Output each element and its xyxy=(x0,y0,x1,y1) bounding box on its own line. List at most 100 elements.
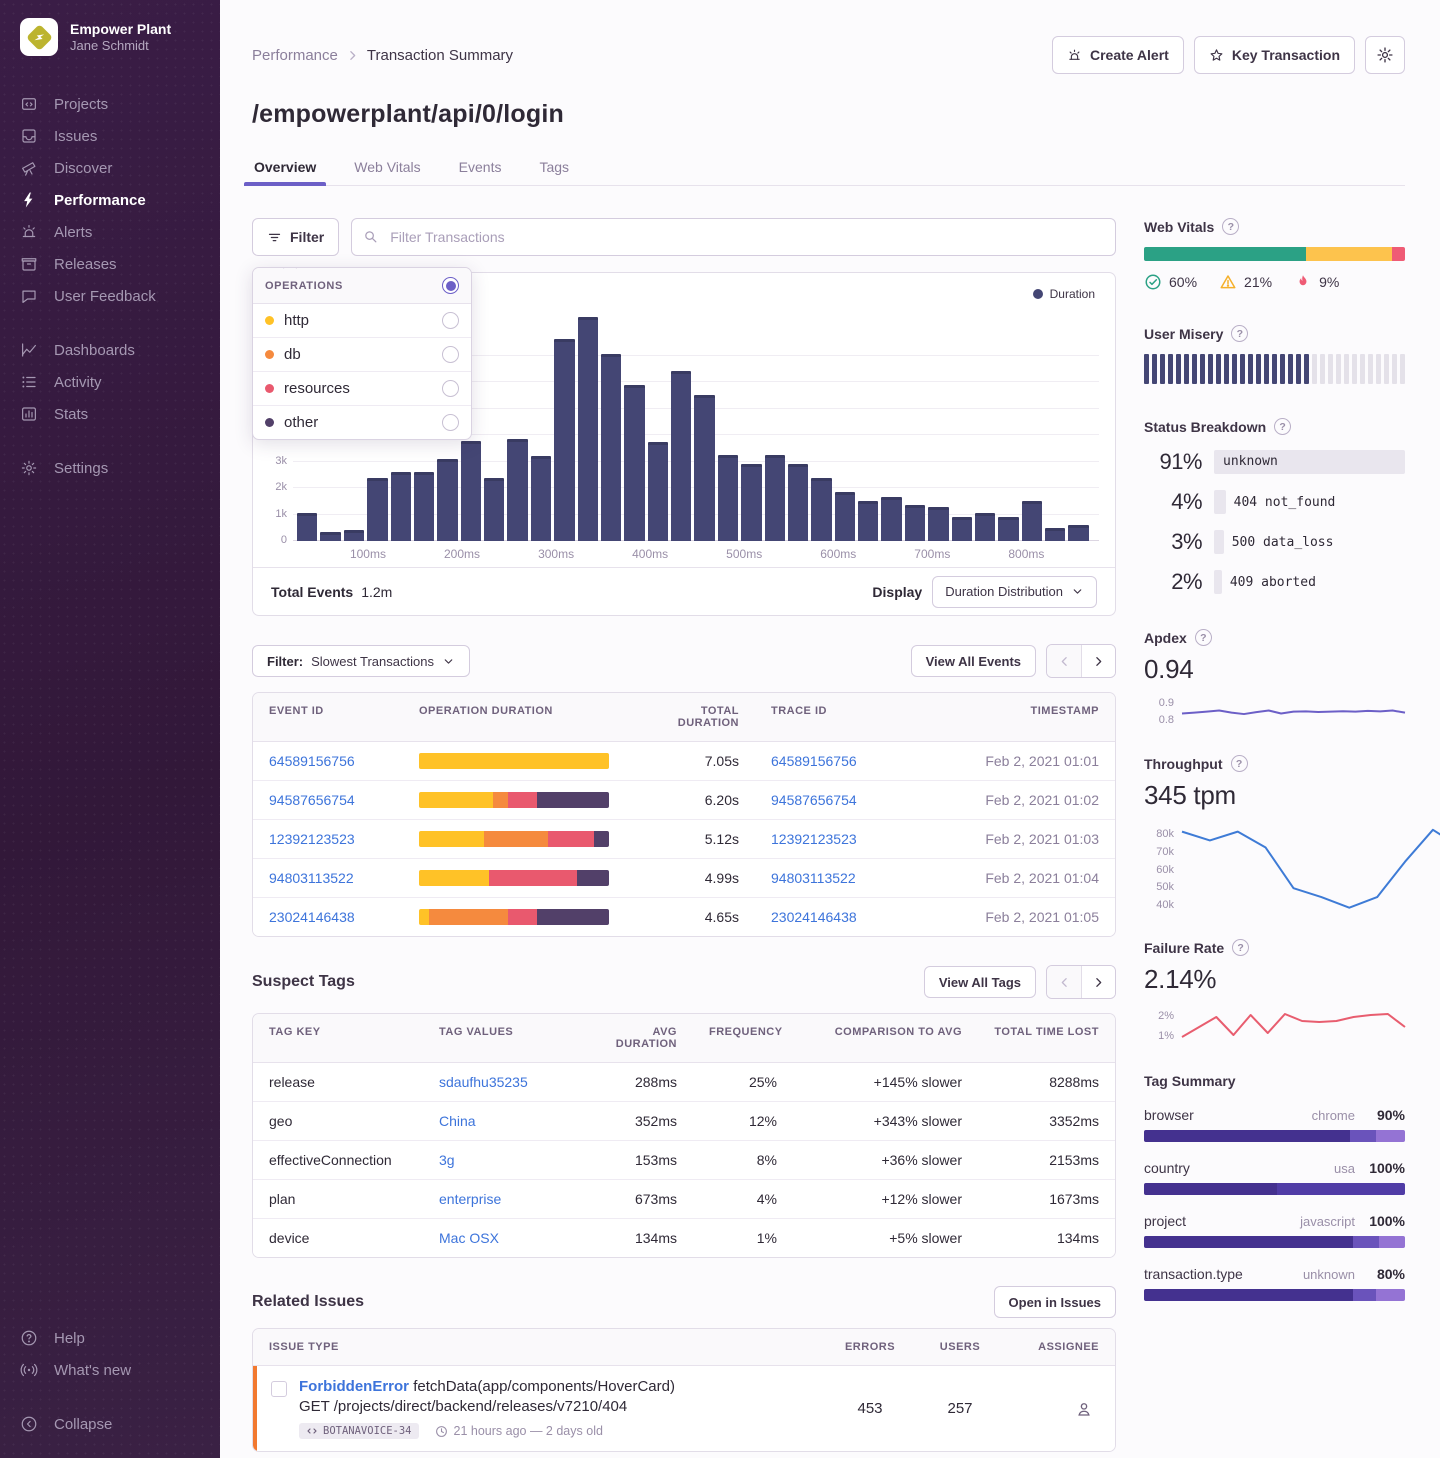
misery-tick xyxy=(1168,354,1173,384)
comparison-cell: +12% slower xyxy=(793,1180,978,1218)
sidebar-item-stats[interactable]: Stats xyxy=(0,398,220,430)
tags-prev-button[interactable] xyxy=(1047,966,1081,998)
operation-option-http[interactable]: http xyxy=(253,304,471,338)
org-switcher[interactable]: Empower Plant Jane Schmidt xyxy=(0,0,220,82)
operation-option-other[interactable]: other xyxy=(253,406,471,439)
key-transaction-button[interactable]: Key Transaction xyxy=(1194,36,1355,74)
sidebar-item-releases[interactable]: Releases xyxy=(0,248,220,280)
trace-id-link[interactable]: 12392123523 xyxy=(771,831,857,847)
tag-summary-segment xyxy=(1353,1236,1379,1248)
sidebar-item-help[interactable]: Help xyxy=(0,1322,220,1354)
question-icon[interactable]: ? xyxy=(1274,418,1291,435)
operation-radio[interactable] xyxy=(442,380,459,397)
filter-lines-icon xyxy=(267,230,282,245)
sidebar-item-dashboards[interactable]: Dashboards xyxy=(0,334,220,366)
misery-tick xyxy=(1216,354,1221,384)
event-id-link[interactable]: 94803113522 xyxy=(269,870,354,886)
settings-gear-button[interactable] xyxy=(1365,36,1405,74)
display-select[interactable]: Duration Distribution xyxy=(932,576,1097,608)
operation-option-resources[interactable]: resources xyxy=(253,372,471,406)
event-id-link[interactable]: 94587656754 xyxy=(269,792,355,808)
sidebar-item-activity[interactable]: Activity xyxy=(0,366,220,398)
view-all-tags-button[interactable]: View All Tags xyxy=(924,966,1036,998)
tag-summary-bar[interactable] xyxy=(1144,1289,1405,1301)
sidebar-item-discover[interactable]: Discover xyxy=(0,152,220,184)
question-icon[interactable]: ? xyxy=(1195,629,1212,646)
events-prev-button[interactable] xyxy=(1047,645,1081,677)
event-id-link[interactable]: 23024146438 xyxy=(269,909,355,925)
tab-overview[interactable]: Overview xyxy=(252,151,318,185)
operation-radio[interactable] xyxy=(442,346,459,363)
tag-value-link[interactable]: 3g xyxy=(439,1152,455,1168)
tag-summary-row: countryusa100% xyxy=(1144,1160,1405,1195)
tag-summary-key: transaction.type xyxy=(1144,1266,1295,1282)
question-icon[interactable]: ? xyxy=(1232,939,1249,956)
tag-value-link[interactable]: enterprise xyxy=(439,1191,501,1207)
discover-icon xyxy=(20,159,38,177)
event-id-link[interactable]: 12392123523 xyxy=(269,831,355,847)
histogram-bar xyxy=(554,339,574,541)
vitals-poor-pct: 9% xyxy=(1319,274,1339,290)
question-icon[interactable]: ? xyxy=(1231,755,1248,772)
comparison-cell: +5% slower xyxy=(793,1219,978,1257)
misery-tick xyxy=(1248,354,1253,384)
search-input[interactable] xyxy=(351,218,1116,256)
trace-id-link[interactable]: 23024146438 xyxy=(771,909,857,925)
sidebar-item-projects[interactable]: Projects xyxy=(0,88,220,120)
operation-radio[interactable] xyxy=(442,312,459,329)
event-id-link[interactable]: 64589156756 xyxy=(269,753,355,769)
tag-summary-row: browserchrome90% xyxy=(1144,1107,1405,1142)
issue-row[interactable]: ForbiddenError fetchData(app/components/… xyxy=(253,1366,1115,1451)
tab-events[interactable]: Events xyxy=(457,151,504,185)
issue-error-type-link[interactable]: ForbiddenError xyxy=(299,1378,409,1395)
operations-all-radio[interactable] xyxy=(442,277,459,294)
sidebar-item-issues[interactable]: Issues xyxy=(0,120,220,152)
frequency-cell: 8% xyxy=(693,1141,793,1179)
issue-checkbox[interactable] xyxy=(271,1381,287,1397)
trace-id-link[interactable]: 94803113522 xyxy=(771,870,856,886)
feedback-icon xyxy=(20,287,38,305)
sidebar-item-performance[interactable]: Performance xyxy=(0,184,220,216)
sidebar-item-settings[interactable]: Settings xyxy=(0,452,220,484)
events-next-button[interactable] xyxy=(1081,645,1115,677)
sidebar-item-user-feedback[interactable]: User Feedback xyxy=(0,280,220,312)
axis-tick-label: 500ms xyxy=(726,547,762,561)
tag-value-link[interactable]: Mac OSX xyxy=(439,1230,499,1246)
assignee-avatar-icon[interactable] xyxy=(1075,1400,1093,1418)
question-icon[interactable]: ? xyxy=(1231,325,1248,342)
sidebar-item-what-s-new[interactable]: What's new xyxy=(0,1354,220,1386)
issue-project-chip[interactable]: BOTANAVOICE-34 xyxy=(299,1423,419,1439)
events-filter-select[interactable]: Filter: Slowest Transactions xyxy=(252,645,470,677)
create-alert-button[interactable]: Create Alert xyxy=(1052,36,1184,74)
operation-option-db[interactable]: db xyxy=(253,338,471,372)
trace-id-link[interactable]: 64589156756 xyxy=(771,753,857,769)
failure-rate-line xyxy=(1182,1014,1405,1037)
histogram-bar xyxy=(765,455,785,541)
tag-summary-bar[interactable] xyxy=(1144,1236,1405,1248)
tag-value-link[interactable]: China xyxy=(439,1113,476,1129)
sidebar-item-alerts[interactable]: Alerts xyxy=(0,216,220,248)
histogram-bar xyxy=(507,439,527,541)
view-all-events-button[interactable]: View All Events xyxy=(911,645,1036,677)
filter-row: Filter OPERATIONS httpdbresourcesother xyxy=(252,218,1116,256)
filter-button[interactable]: Filter xyxy=(252,218,339,256)
tag-summary-bar[interactable] xyxy=(1144,1183,1405,1195)
trace-id-link[interactable]: 94587656754 xyxy=(771,792,857,808)
status-bar-area: 409 aborted xyxy=(1214,570,1405,594)
operation-radio[interactable] xyxy=(442,414,459,431)
tab-web-vitals[interactable]: Web Vitals xyxy=(352,151,422,185)
misery-tick xyxy=(1336,354,1341,384)
question-icon[interactable]: ? xyxy=(1222,218,1239,235)
tag-summary-row: transaction.typeunknown80% xyxy=(1144,1266,1405,1301)
histogram-bar xyxy=(928,507,948,541)
tag-summary-bar[interactable] xyxy=(1144,1130,1405,1142)
tab-tags[interactable]: Tags xyxy=(537,151,571,185)
open-in-issues-button[interactable]: Open in Issues xyxy=(994,1286,1116,1318)
breadcrumb-performance[interactable]: Performance xyxy=(252,47,338,64)
tag-value-link[interactable]: sdaufhu35235 xyxy=(439,1074,528,1090)
misery-tick xyxy=(1384,354,1389,384)
operations-dropdown-header[interactable]: OPERATIONS xyxy=(253,268,471,304)
tags-next-button[interactable] xyxy=(1081,966,1115,998)
sidebar-item-collapse[interactable]: Collapse xyxy=(0,1408,220,1440)
operation-segment xyxy=(419,753,609,769)
